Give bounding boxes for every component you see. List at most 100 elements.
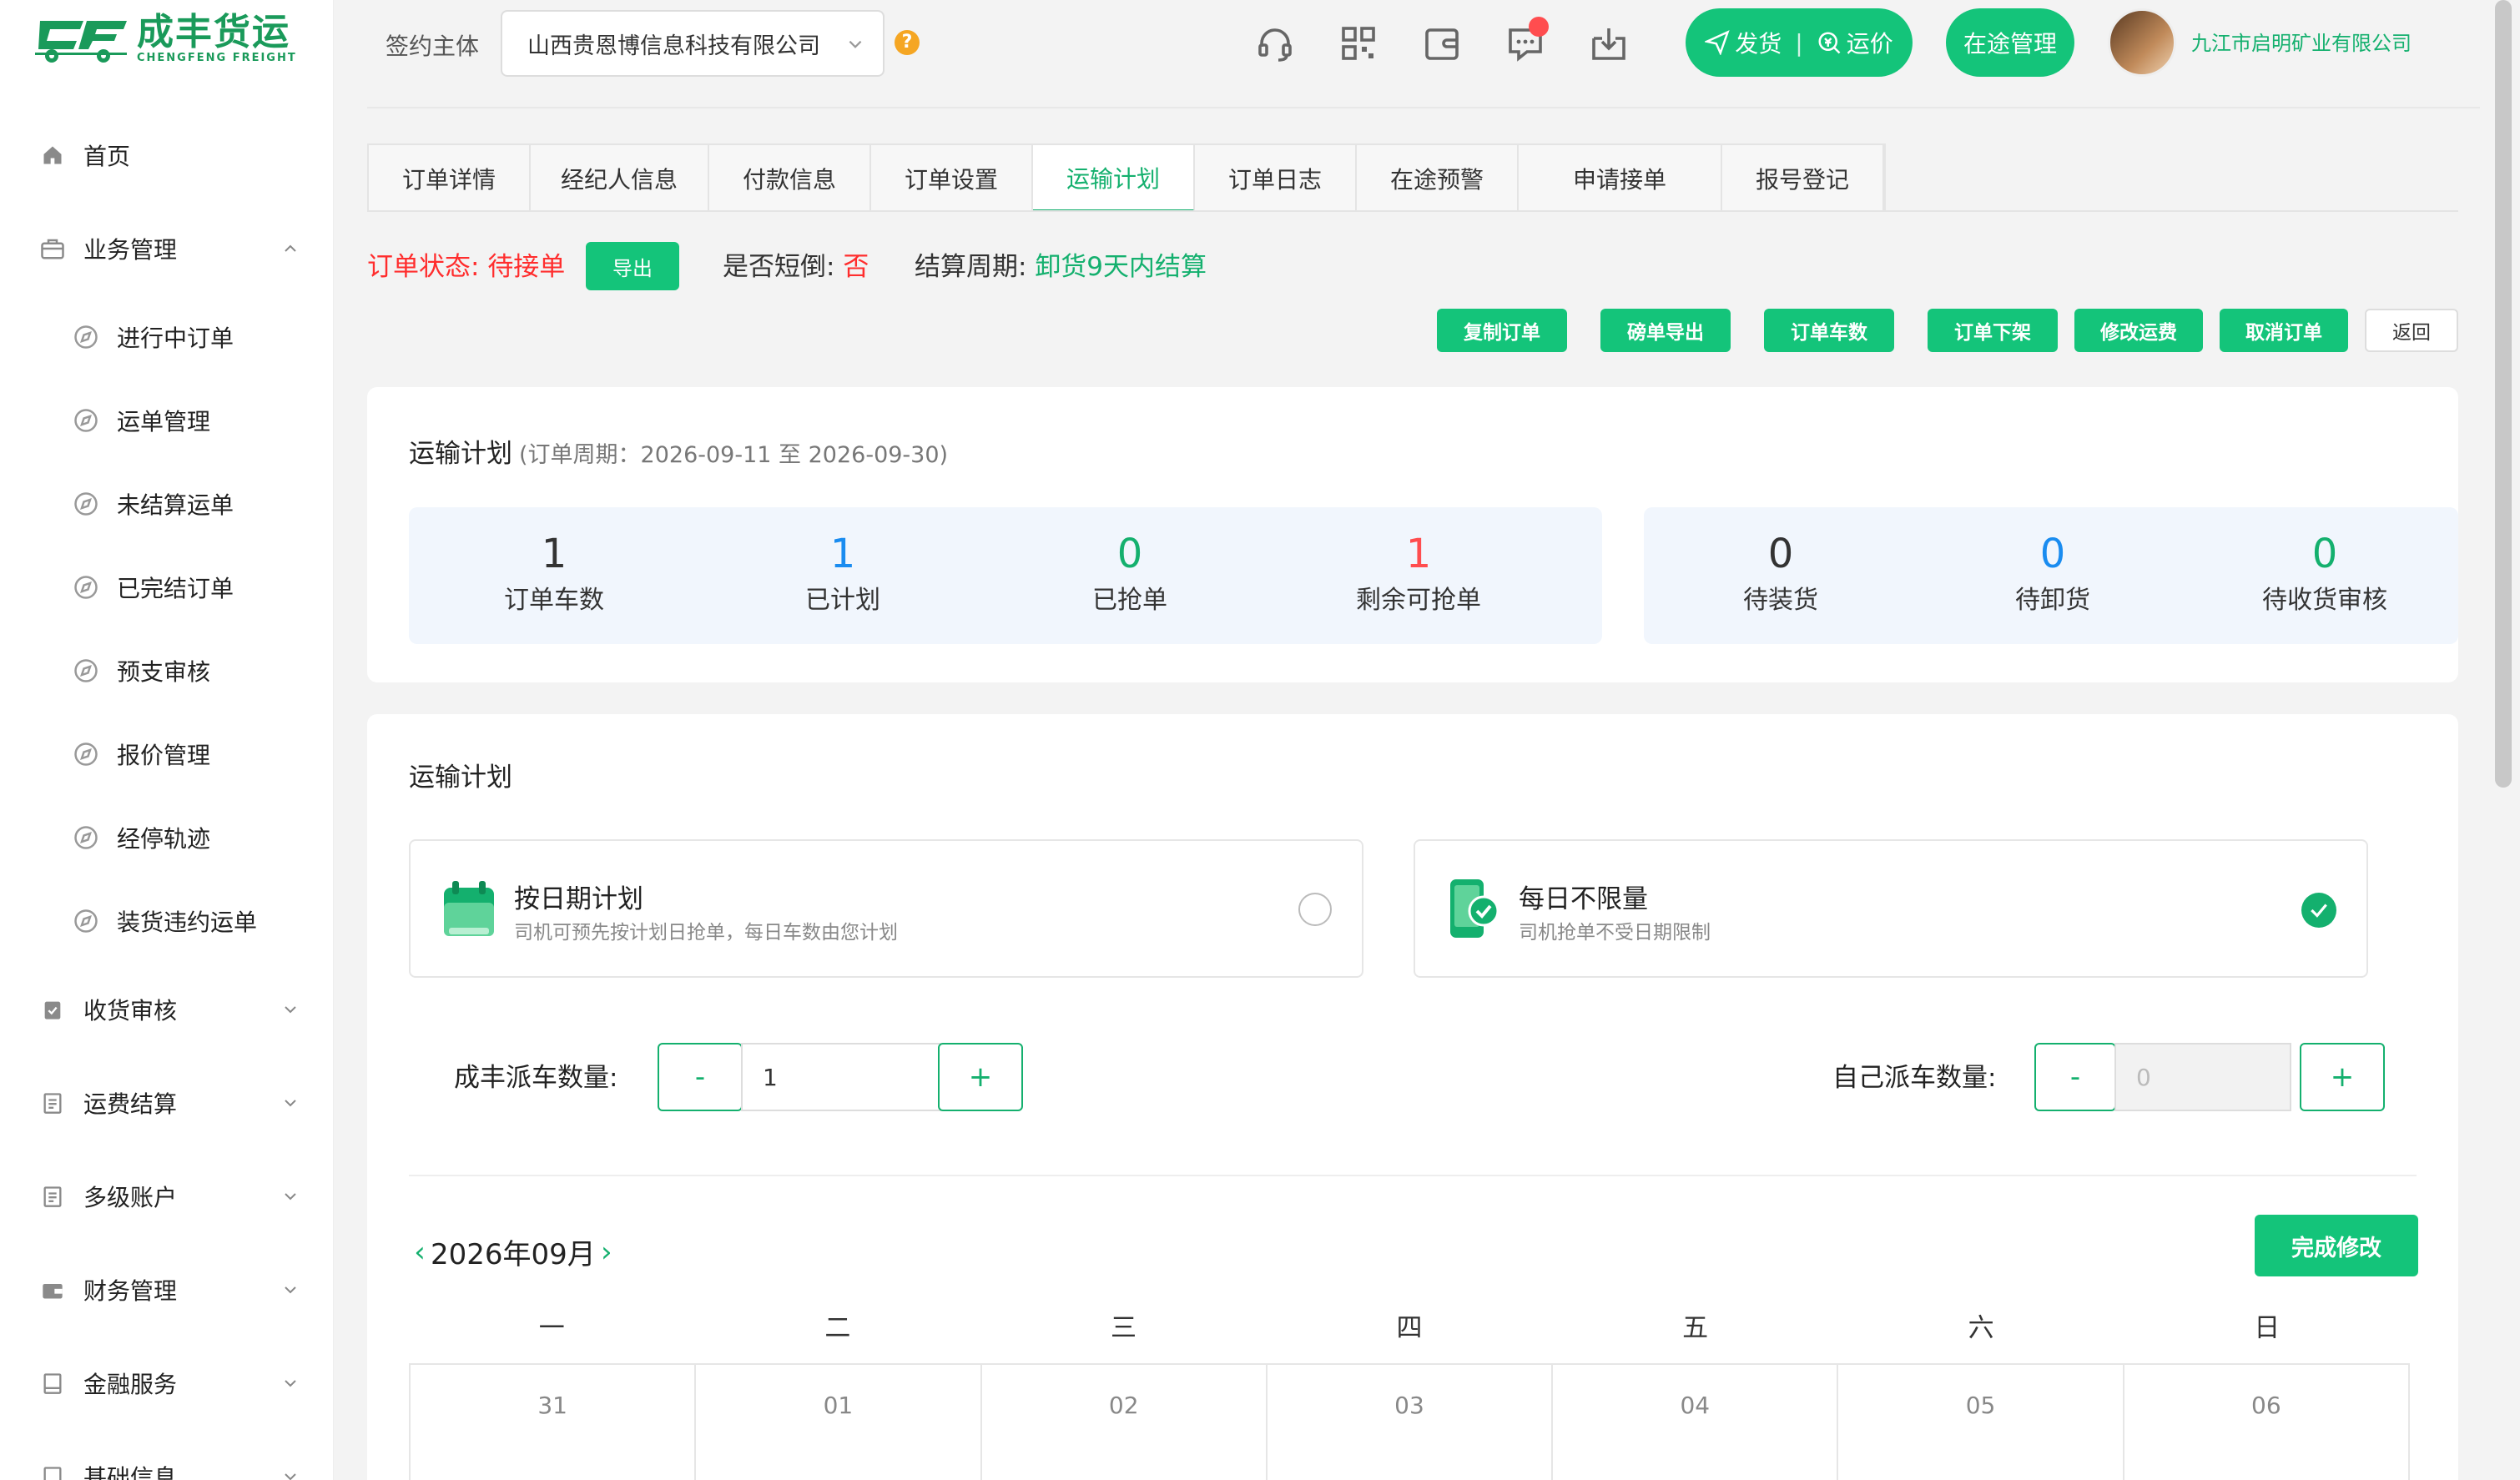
order-status-label: 订单状态: [367, 252, 488, 282]
sidebar-sub-item[interactable]: 未结算运单 [0, 462, 334, 546]
sidebar-item-label: 首页 [83, 143, 131, 170]
ship-price-button[interactable]: 发货 | 运价 [1686, 8, 1913, 77]
delist-order-button[interactable]: 订单下架 [1928, 309, 2058, 352]
page-scrollbar[interactable] [2495, 0, 2512, 788]
tab-number-register[interactable]: 报号登记 [1722, 145, 1884, 212]
calendar-days: 31 01 02 03 04 05 06 [409, 1363, 2410, 1480]
sidebar-sub-item[interactable]: 运单管理 [0, 379, 334, 462]
tab-apply-order[interactable]: 申请接单 [1519, 145, 1722, 212]
qrcode-icon[interactable] [1338, 23, 1378, 63]
logo[interactable]: 成丰货运 CHENGFENG FREIGHT [33, 5, 297, 72]
sidebar-sub-item[interactable]: 经停轨迹 [0, 796, 334, 879]
option-plan-by-date[interactable]: 按日期计划 司机可预先按计划日抢单，每日车数由您计划 [409, 839, 1363, 978]
compass-icon [74, 909, 98, 933]
prev-month-icon[interactable]: ‹ [409, 1236, 431, 1269]
sidebar-item-freight-settle[interactable]: 运费结算 [0, 1056, 334, 1150]
cf-dispatch-input[interactable]: 1 [741, 1043, 941, 1111]
sidebar-item-multi-account[interactable]: 多级账户 [0, 1150, 334, 1243]
option-title: 按日期计划 [514, 884, 643, 914]
chevron-down-icon [849, 40, 862, 48]
tab-transport-plan[interactable]: 运输计划 [1033, 145, 1195, 212]
export-weighbill-button[interactable]: 磅单导出 [1600, 309, 1731, 352]
copy-order-button[interactable]: 复制订单 [1437, 309, 1567, 352]
cf-minus-button[interactable]: - [658, 1043, 743, 1111]
transit-manage-button[interactable]: 在途管理 [1946, 8, 2074, 77]
price-label[interactable]: 运价 [1847, 26, 1893, 59]
sidebar-sub-label: 已完结订单 [117, 575, 234, 602]
cf-plus-button[interactable]: + [938, 1043, 1023, 1111]
headset-icon[interactable] [1255, 23, 1295, 63]
calendar-day-cell[interactable]: 02 [982, 1365, 1268, 1480]
sidebar-item-label: 收货审核 [83, 997, 178, 1024]
download-icon[interactable] [1589, 23, 1629, 63]
finish-edit-button[interactable]: 完成修改 [2255, 1215, 2418, 1276]
tab-order-log[interactable]: 订单日志 [1195, 145, 1357, 212]
wallet-icon[interactable] [1422, 23, 1462, 63]
sidebar-sub-label: 报价管理 [117, 742, 211, 769]
check-circle-icon[interactable] [2301, 893, 2336, 928]
calendar-day-cell[interactable]: 06 [2124, 1365, 2410, 1480]
book-icon [40, 1371, 65, 1396]
export-button[interactable]: 导出 [586, 242, 679, 290]
next-month-icon[interactable]: › [596, 1236, 617, 1269]
chevron-down-icon [285, 1193, 296, 1201]
sign-entity-select[interactable]: 山西贵恩博信息科技有限公司 [501, 10, 885, 77]
tab-transit-alert[interactable]: 在途预警 [1357, 145, 1519, 212]
sidebar-item-finance[interactable]: 财务管理 [0, 1243, 334, 1337]
option-unlimited-daily[interactable]: 每日不限量 司机抢单不受日期限制 [1414, 839, 2368, 978]
calendar-day-cell[interactable]: 31 [411, 1365, 697, 1480]
sidebar-item-label: 多级账户 [83, 1184, 178, 1211]
weekday-label: 五 [1682, 1313, 1709, 1343]
sidebar-item-receive-audit[interactable]: 收货审核 [0, 963, 334, 1056]
compass-icon [74, 826, 98, 849]
short-transfer: 是否短倒: 否 [723, 245, 869, 283]
calendar-day-cell[interactable]: 03 [1268, 1365, 1554, 1480]
company-name[interactable]: 九江市启明矿业有限公司 [2191, 27, 2412, 56]
order-vehicles-button[interactable]: 订单车数 [1764, 309, 1894, 352]
self-minus-button[interactable]: - [2034, 1043, 2116, 1111]
calendar-day-cell[interactable]: 01 [696, 1365, 982, 1480]
app-root: 成丰货运 CHENGFENG FREIGHT 首页 业务管理 进行中订单 运单管… [0, 0, 2520, 1480]
tab-broker-info[interactable]: 经纪人信息 [531, 145, 709, 212]
sidebar-item-basic-info[interactable]: 基础信息 [0, 1430, 334, 1480]
stat-grabbed: 0 已抢单 [1021, 532, 1238, 616]
cancel-order-button[interactable]: 取消订单 [2220, 309, 2348, 352]
clipboard-check-icon [40, 997, 65, 1022]
tab-order-detail[interactable]: 订单详情 [369, 145, 531, 212]
help-icon[interactable]: ? [895, 30, 920, 55]
calendar-day-cell[interactable]: 04 [1553, 1365, 1839, 1480]
calendar-weekdays: 一 二 三 四 五 六 日 [409, 1306, 2410, 1344]
sidebar-item-financial-services[interactable]: 金融服务 [0, 1337, 334, 1430]
sidebar-item-home[interactable]: 首页 [0, 108, 334, 202]
sidebar-sub-item[interactable]: 已完结订单 [0, 546, 334, 629]
sidebar-sub-item[interactable]: 装货违约运单 [0, 879, 334, 963]
compass-icon [74, 492, 98, 516]
self-dispatch-input[interactable]: 0 [2114, 1043, 2291, 1111]
weekday-label: 一 [538, 1313, 565, 1343]
order-period: (订单周期：2026-09-11 至 2026-09-30) [519, 442, 949, 468]
ship-label[interactable]: 发货 [1735, 26, 1782, 59]
self-dispatch-label: 自己派车数量: [1832, 1063, 1997, 1093]
month-label: 2026年09月 [431, 1238, 596, 1271]
option-radio[interactable] [1298, 893, 1332, 926]
compass-icon [74, 659, 98, 682]
tab-order-settings[interactable]: 订单设置 [871, 145, 1033, 212]
sidebar-sub-item[interactable]: 预支审核 [0, 629, 334, 712]
stat-value: 1 [1405, 531, 1432, 577]
calendar-icon [444, 881, 494, 936]
calendar-day-cell[interactable]: 05 [1838, 1365, 2124, 1480]
transport-summary-card: 运输计划 (订单周期：2026-09-11 至 2026-09-30) 1 订单车… [367, 387, 2458, 682]
back-button[interactable]: 返回 [2365, 309, 2458, 352]
sign-entity-value: 山西贵恩博信息科技有限公司 [527, 33, 820, 59]
modify-freight-button[interactable]: 修改运费 [2074, 309, 2203, 352]
sidebar-item-business[interactable]: 业务管理 [0, 202, 334, 295]
sidebar-sub-item[interactable]: 进行中订单 [0, 295, 334, 379]
cf-dispatch-label: 成丰派车数量: [454, 1063, 618, 1093]
stat-value: 1 [829, 531, 856, 577]
self-plus-button[interactable]: + [2300, 1043, 2385, 1111]
chevron-down-icon [285, 1006, 296, 1014]
tab-payment-info[interactable]: 付款信息 [709, 145, 871, 212]
sidebar-sub-item[interactable]: 报价管理 [0, 712, 334, 796]
sidebar-sub-label: 装货违约运单 [117, 909, 258, 936]
avatar[interactable] [2108, 8, 2176, 77]
